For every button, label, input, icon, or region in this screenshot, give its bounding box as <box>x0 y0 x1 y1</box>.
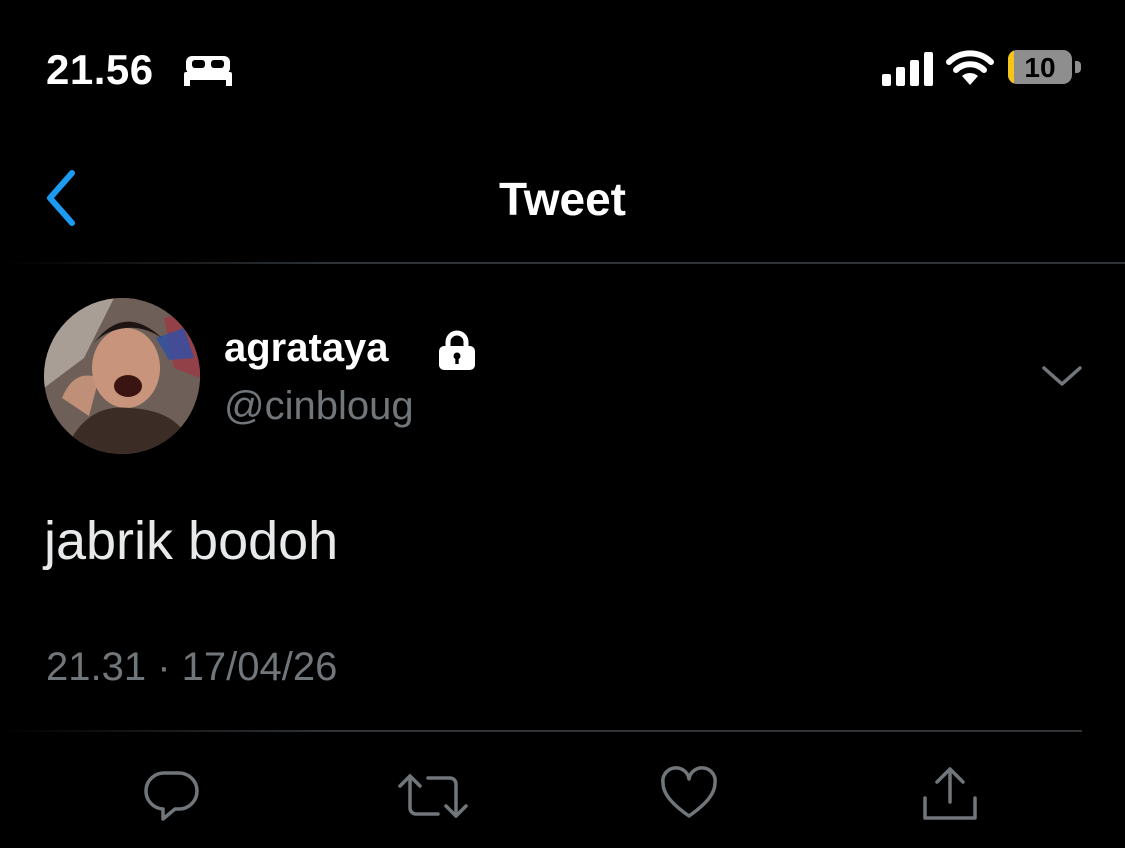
tweet-text: jabrik bodoh <box>44 511 339 571</box>
like-button[interactable] <box>659 766 719 822</box>
signal-icon <box>882 52 933 86</box>
retweet-button[interactable] <box>396 768 470 824</box>
reply-icon <box>144 771 199 821</box>
avatar[interactable] <box>44 298 200 454</box>
wifi-icon <box>946 50 994 85</box>
status-time: 21.56 <box>46 46 154 93</box>
battery-level: 10 <box>1024 52 1056 83</box>
display-name[interactable]: agrataya <box>224 326 389 371</box>
nav-divider <box>0 262 1125 264</box>
avatar-image <box>44 298 200 454</box>
retweet-icon <box>398 774 468 818</box>
heart-icon <box>661 766 717 818</box>
chevron-down-icon[interactable] <box>1040 360 1084 390</box>
page-title: Tweet <box>499 173 626 225</box>
lock-icon <box>439 330 475 370</box>
battery-indicator: 10 <box>1008 50 1072 84</box>
meta-divider <box>0 730 1082 732</box>
bed-icon <box>184 56 232 86</box>
tweet-timestamp: 21.31 · 17/04/26 <box>46 645 338 689</box>
battery-cap <box>1075 61 1081 73</box>
reply-button[interactable] <box>143 765 203 825</box>
user-handle[interactable]: @cinbloug <box>224 384 414 429</box>
share-icon <box>923 767 977 820</box>
share-button[interactable] <box>917 764 983 824</box>
